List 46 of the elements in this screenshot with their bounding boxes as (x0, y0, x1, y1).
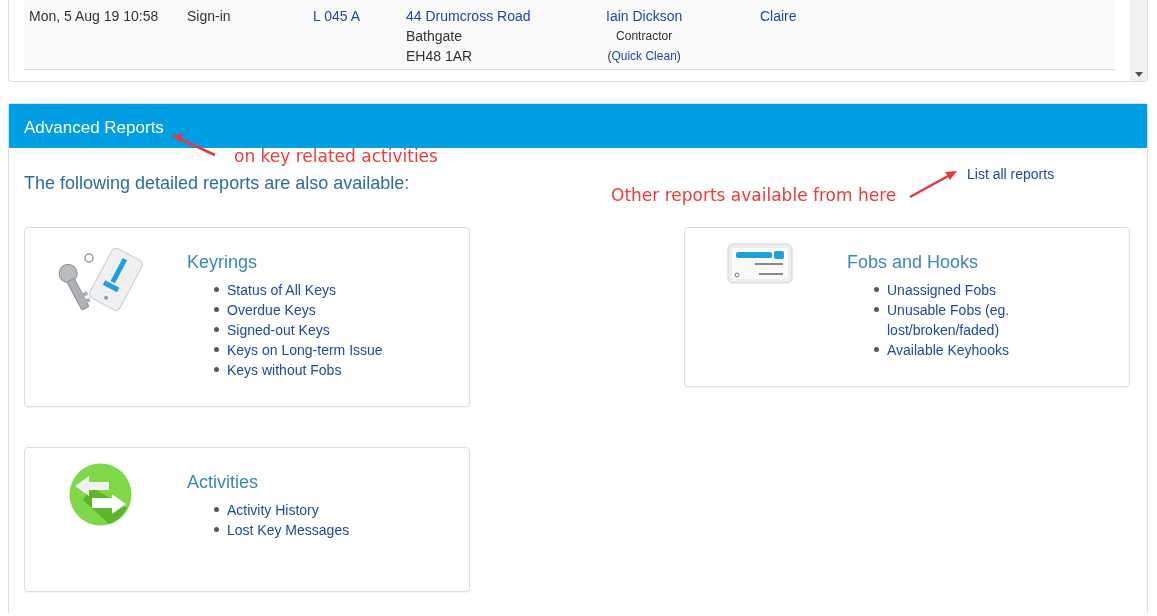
bullet-icon (214, 327, 219, 332)
key-link[interactable]: L 045 A (313, 8, 360, 24)
bullet-icon (214, 347, 219, 352)
report-link[interactable]: Activity History (227, 500, 319, 520)
address-line: Bathgate (406, 27, 463, 46)
scroll-down-icon[interactable] (1134, 72, 1143, 77)
report-link[interactable]: Unusable Fobs (eg. lost/broken/faded) (887, 300, 1067, 340)
bullet-icon (214, 527, 219, 532)
company-link[interactable]: Quick Clean (611, 46, 677, 66)
bullet-icon (214, 507, 219, 512)
report-link[interactable]: Unassigned Fobs (887, 280, 996, 300)
report-link[interactable]: Keys on Long-term Issue (227, 340, 383, 360)
report-link[interactable]: Available Keyhooks (887, 340, 1009, 360)
report-link[interactable]: Keys without Fobs (227, 360, 342, 380)
report-link[interactable]: Status of All Keys (227, 280, 336, 300)
bullet-icon (214, 287, 219, 292)
bullet-icon (874, 347, 879, 352)
bullet-icon (214, 307, 219, 312)
parenthesis: ( (607, 48, 612, 65)
card-title: Keyrings (187, 251, 259, 274)
annotation-arrow (909, 171, 957, 199)
annotation-arrow (172, 134, 216, 157)
card-title: Activities (187, 471, 259, 494)
panel-title: Advanced Reports (9, 104, 1147, 148)
card-title: Fobs and Hooks (847, 251, 980, 274)
report-link[interactable]: Signed-out Keys (227, 320, 330, 340)
annotation-text: on key related activities (234, 145, 438, 168)
list-all-reports-link[interactable]: List all reports (967, 166, 1055, 182)
parenthesis: ) (676, 48, 681, 65)
bullet-icon (874, 307, 879, 312)
address-line: EH48 1AR (406, 47, 473, 66)
report-link[interactable]: Overdue Keys (227, 300, 316, 320)
bullet-icon (214, 367, 219, 372)
role-text: Contractor (616, 28, 673, 45)
annotation-text: Other reports available from here (611, 184, 897, 207)
swap-arrows-icon (68, 463, 132, 526)
report-link[interactable]: Lost Key Messages (227, 520, 350, 540)
address-link[interactable]: 44 Drumcross Road (406, 6, 531, 26)
key-fob-icon (727, 243, 793, 284)
table-cell: Sign-in (187, 8, 231, 24)
intro-text: The following detailed reports are also available: (24, 173, 410, 193)
user-link[interactable]: Claire (760, 8, 797, 24)
person-link[interactable]: Iain Dickson (606, 6, 683, 26)
scrollbar[interactable] (1130, 0, 1147, 81)
bullet-icon (874, 287, 879, 292)
table-cell: Mon, 5 Aug 19 10:58 (29, 8, 159, 24)
